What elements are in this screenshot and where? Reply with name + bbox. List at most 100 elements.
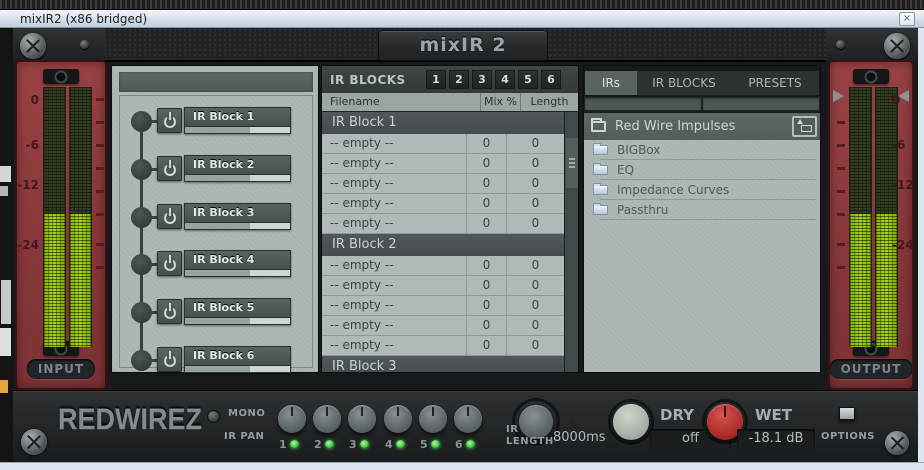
block-number-button-2[interactable]: 2 [449, 70, 469, 89]
pan-led-1[interactable] [289, 440, 299, 449]
group-header: IR Block 3 [322, 356, 564, 372]
input-meter: 0 -6 -12 -24 INPUT [15, 60, 107, 390]
ir-pan-knob-3[interactable] [348, 405, 376, 433]
table-row[interactable]: -- empty -- 0 0 [322, 296, 564, 316]
table-row[interactable]: -- empty -- 0 0 [322, 154, 564, 174]
scale-label: 0 [30, 93, 39, 107]
ir-pan-knob-5[interactable] [419, 405, 447, 433]
block-number-button-6[interactable]: 6 [541, 70, 561, 89]
tab-ir-blocks[interactable]: IR BLOCKS [637, 71, 731, 95]
ir-block-button-6[interactable]: IR Block 6 [184, 346, 291, 373]
table-row[interactable]: -- empty -- 0 0 [322, 214, 564, 234]
output-fader-handle-left[interactable] [833, 90, 844, 102]
block-number-button-5[interactable]: 5 [518, 70, 538, 89]
ir-block-mix-bar [185, 269, 290, 276]
ir-length-knob[interactable] [519, 405, 553, 439]
output-label: OUTPUT [829, 359, 913, 379]
table-row[interactable]: -- empty -- 0 0 [322, 316, 564, 336]
pan-led-2[interactable] [324, 440, 334, 449]
ir-pan-knob-1[interactable] [278, 405, 306, 433]
power-icon [163, 163, 176, 176]
power-button-2[interactable] [157, 156, 182, 181]
screw-icon [884, 33, 910, 59]
table-row[interactable]: -- empty -- 0 0 [322, 194, 564, 214]
power-button-3[interactable] [157, 204, 182, 229]
background-fragment [1, 280, 11, 324]
browser-toolbar-field[interactable] [703, 98, 819, 110]
group-header: IR Block 1 [322, 112, 564, 134]
ir-block-button-2[interactable]: IR Block 2 [184, 155, 291, 182]
close-button[interactable]: × [899, 12, 915, 26]
chain-row: IR Block 5 [113, 297, 319, 327]
pan-led-5[interactable] [430, 440, 440, 449]
ir-pan-knob-4[interactable] [384, 405, 412, 433]
tree-item-eq[interactable]: EQ [584, 160, 820, 180]
pan-led-4[interactable] [395, 440, 405, 449]
power-button-1[interactable] [157, 108, 182, 133]
table-row[interactable]: -- empty -- 0 0 [322, 134, 564, 154]
rivet-icon [80, 40, 89, 49]
pan-led-6[interactable] [465, 440, 475, 449]
power-button-5[interactable] [157, 299, 182, 324]
meter-mount-icon [43, 69, 79, 84]
brand-logo: REDWIREZ [58, 403, 202, 436]
ir-pan-knob-2[interactable] [313, 405, 341, 433]
tab-irs[interactable]: IRs [585, 71, 637, 95]
block-number-button-4[interactable]: 4 [495, 70, 515, 89]
ir-block-label: IR Block 6 [185, 347, 290, 365]
control-bar: REDWIREZ MONO IR PAN 1 2 3 4 5 6 IR LENG… [13, 390, 918, 462]
block-number-button-3[interactable]: 3 [472, 70, 492, 89]
browser-panel: IRs IR BLOCKS PRESETS Red Wire Impulses [584, 66, 820, 372]
ir-block-button-4[interactable]: IR Block 4 [184, 250, 291, 277]
output-meter: 0 -6 -12 -24 OUTPUT [828, 60, 914, 390]
mono-button[interactable] [207, 410, 220, 423]
table-scrollbar-thumb[interactable] [566, 138, 578, 188]
wet-label: WET [755, 406, 793, 424]
column-mix: Mix % [480, 93, 520, 111]
tree-item-impedance-curves[interactable]: Impedance Curves [584, 180, 820, 200]
scale-label: -6 [892, 138, 906, 152]
input-meter-bars [43, 87, 92, 347]
pan-led-3[interactable] [359, 440, 369, 449]
power-icon [163, 211, 176, 224]
chain-row: IR Block 2 [113, 154, 319, 184]
ir-block-button-3[interactable]: IR Block 3 [184, 203, 291, 230]
scale-label: -12 [17, 178, 39, 192]
power-button-6[interactable] [157, 347, 182, 372]
ir-block-button-5[interactable]: IR Block 5 [184, 298, 291, 325]
table-header: IR BLOCKS 1 2 3 4 5 6 [322, 66, 578, 93]
ir-block-label: IR Block 5 [185, 299, 290, 317]
ir-length-value[interactable]: 8000ms [553, 430, 606, 445]
options-button[interactable] [839, 407, 855, 420]
scale-label: -24 [17, 238, 39, 252]
up-arrow-icon [797, 119, 803, 124]
plugin-title: mixIR 2 [419, 34, 507, 56]
background-fragment [0, 328, 11, 356]
block-number-button-1[interactable]: 1 [426, 70, 446, 89]
browser-tabs: IRs IR BLOCKS PRESETS [584, 70, 820, 96]
ir-block-mix-bar [185, 317, 290, 324]
ir-block-button-1[interactable]: IR Block 1 [184, 107, 291, 134]
table-scrollbar[interactable] [564, 112, 578, 372]
wet-value[interactable]: -18.1 dB [737, 429, 815, 449]
host-window-edge [0, 0, 924, 10]
table-row[interactable]: -- empty -- 0 0 [322, 336, 564, 356]
tab-presets[interactable]: PRESETS [731, 71, 819, 95]
dry-knob[interactable] [613, 404, 649, 440]
tree-item-passthru[interactable]: Passthru [584, 200, 820, 220]
ir-pan-knob-6[interactable] [454, 405, 482, 433]
browser-toolbar-field[interactable] [585, 98, 701, 110]
power-button-4[interactable] [157, 251, 182, 276]
table-row[interactable]: -- empty -- 0 0 [322, 256, 564, 276]
window-titlebar[interactable]: mixIR2 (x86 bridged) × [0, 10, 924, 28]
table-row[interactable]: -- empty -- 0 0 [322, 174, 564, 194]
host-window-border-bottom [0, 462, 924, 470]
mono-label: MONO [228, 408, 266, 419]
column-filename: Filename [330, 95, 380, 108]
table-row[interactable]: -- empty -- 0 0 [322, 276, 564, 296]
folder-up-button[interactable] [792, 116, 817, 137]
meter-mount-icon [853, 69, 889, 84]
plugin-title-plate: mixIR 2 [378, 30, 548, 61]
tree-item-bigbox[interactable]: BIGBox [584, 140, 820, 160]
ir-block-mix-bar [185, 365, 290, 372]
